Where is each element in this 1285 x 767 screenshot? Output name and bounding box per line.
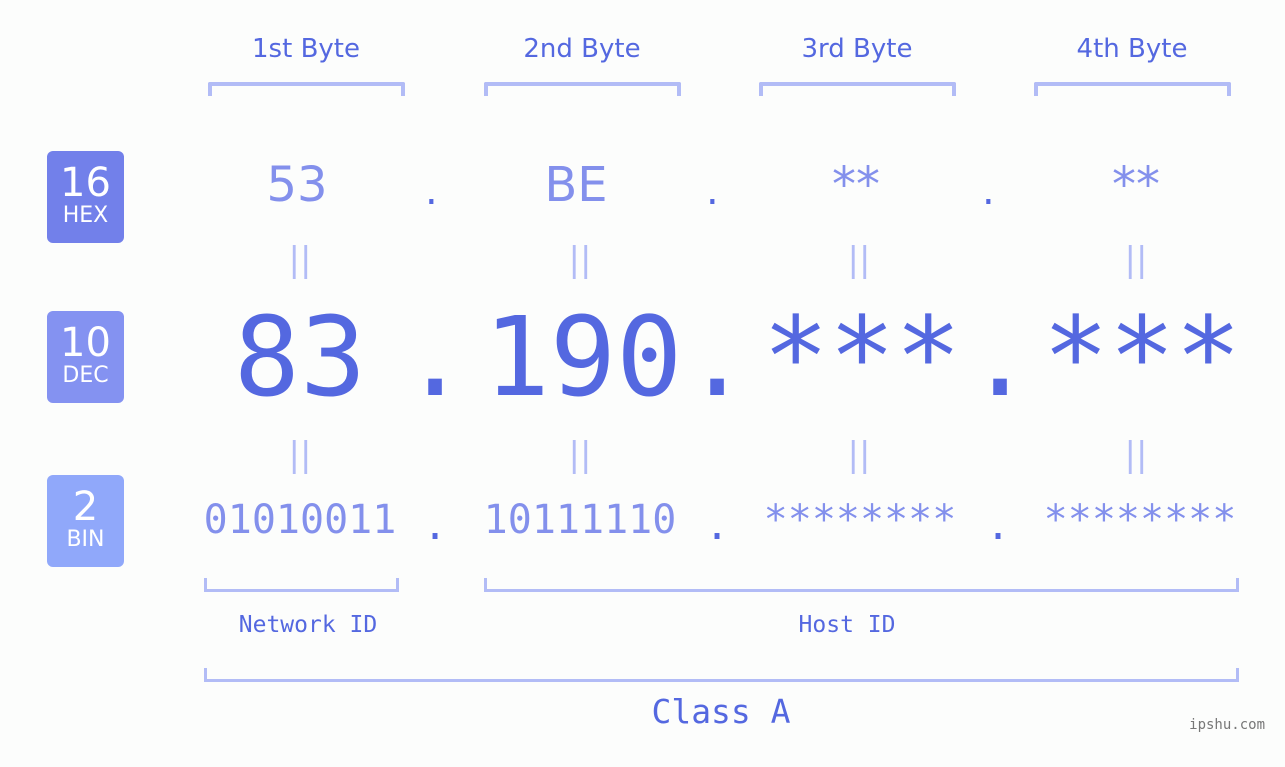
byte-bracket-1	[208, 82, 405, 96]
byte-header-4: 4th Byte	[1076, 34, 1188, 64]
hex-byte-1: 53	[266, 157, 328, 213]
bin-base-number: 2	[72, 484, 99, 530]
bin-dot-3: .	[986, 503, 1011, 549]
hex-byte-2: BE	[544, 157, 608, 213]
byte-bracket-4	[1034, 82, 1231, 96]
bin-byte-4: ********	[1043, 497, 1237, 543]
watermark: ipshu.com	[1189, 717, 1265, 733]
byte-header-2: 2nd Byte	[523, 34, 641, 64]
dec-base-label: DEC	[62, 363, 109, 388]
host-id-bracket	[484, 578, 1239, 592]
equals-dec-bin-1: ||	[288, 435, 312, 475]
dec-base-number: 10	[60, 320, 111, 366]
equals-hex-dec-3: ||	[847, 240, 871, 280]
bin-dot-1: .	[423, 503, 448, 549]
bin-base-label: BIN	[66, 527, 105, 552]
byte-bracket-3	[759, 82, 956, 96]
byte-bracket-2	[484, 82, 681, 96]
byte-header-3: 3rd Byte	[801, 34, 913, 64]
equals-hex-dec-4: ||	[1124, 240, 1148, 280]
hex-base-number: 16	[60, 160, 111, 206]
equals-dec-bin-2: ||	[568, 435, 592, 475]
equals-hex-dec-2: ||	[568, 240, 592, 280]
bin-byte-3: ********	[763, 497, 957, 543]
host-id-label: Host ID	[798, 612, 896, 638]
bin-byte-2: 10111110	[483, 497, 677, 543]
network-id-bracket	[204, 578, 399, 592]
bin-badge: 2 BIN	[47, 475, 124, 567]
hex-badge: 16 HEX	[47, 151, 124, 243]
hex-dot-1: .	[425, 168, 438, 214]
byte-header-1: 1st Byte	[252, 34, 360, 64]
class-label: Class A	[651, 692, 791, 731]
equals-hex-dec-1: ||	[288, 240, 312, 280]
network-id-label: Network ID	[238, 612, 378, 638]
equals-dec-bin-3: ||	[847, 435, 871, 475]
equals-dec-bin-4: ||	[1124, 435, 1148, 475]
bin-dot-2: .	[705, 503, 730, 549]
dec-byte-1: 83	[233, 293, 367, 421]
dec-byte-3: ***	[762, 293, 962, 421]
hex-byte-4: **	[1112, 157, 1160, 213]
class-bracket	[204, 668, 1239, 682]
bin-byte-1: 01010011	[203, 497, 397, 543]
dec-byte-2: 190	[483, 293, 683, 421]
hex-byte-3: **	[832, 157, 880, 213]
hex-base-label: HEX	[62, 203, 109, 228]
dec-byte-4: ***	[1042, 293, 1242, 421]
hex-dot-2: .	[706, 168, 719, 214]
hex-dot-3: .	[982, 168, 995, 214]
dec-badge: 10 DEC	[47, 311, 124, 403]
